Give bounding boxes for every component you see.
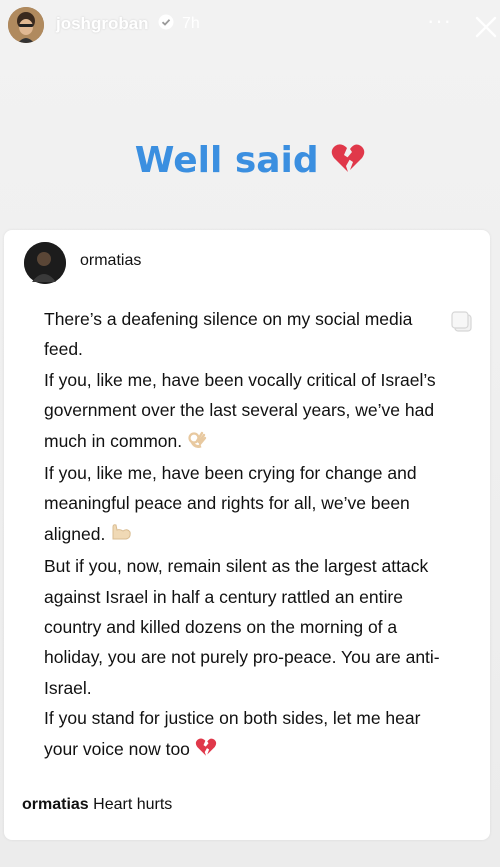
close-icon[interactable]	[475, 16, 497, 38]
post-line: There’s a deafening silence on my social…	[44, 309, 413, 360]
story-header: joshgroban 7h ···	[0, 0, 500, 52]
flexed-biceps-emoji	[110, 521, 132, 551]
more-options-icon[interactable]: ···	[427, 8, 452, 34]
avatar[interactable]	[8, 7, 44, 43]
caption-username[interactable]: ormatias	[22, 796, 89, 813]
ok-hand-emoji	[187, 428, 207, 458]
caption-body: Heart hurts	[93, 796, 173, 813]
post-line: If you stand for justice on both sides, …	[44, 703, 454, 766]
post-line: If you, like me, have been crying for ch…	[44, 458, 454, 551]
post-line: But if you, now, remain silent as the la…	[44, 556, 440, 698]
broken-heart-icon	[195, 736, 217, 766]
post-body: There’s a deafening silence on my social…	[44, 304, 454, 766]
story-username[interactable]: joshgroban	[56, 14, 149, 34]
verified-badge-icon	[158, 14, 174, 30]
post-line: If you, like me, have been vocally criti…	[44, 365, 454, 458]
post-avatar[interactable]	[24, 242, 66, 284]
post-username[interactable]: ormatias	[80, 252, 141, 270]
broken-heart-icon	[331, 142, 365, 183]
story-caption: Well said	[0, 140, 500, 183]
caption-text: Well said	[134, 140, 319, 181]
shared-post-card[interactable]: ormatias There’s a deafening silence on …	[4, 230, 490, 840]
post-caption: ormatias Heart hurts	[22, 796, 172, 814]
story-time: 7h	[182, 15, 200, 32]
